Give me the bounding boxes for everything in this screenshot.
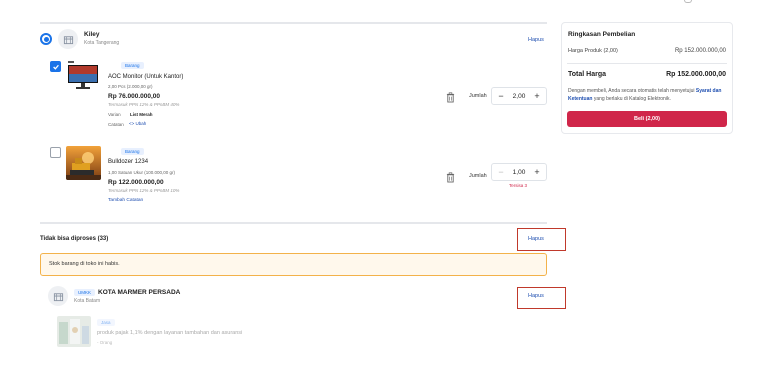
item2-add-note-link[interactable]: Tambah Catatan	[108, 198, 143, 203]
item2-tax: Termasuk PPN 12% & PPnBM 10%	[108, 188, 180, 193]
unprocessable-item-unit: - Orang	[97, 340, 113, 345]
item2-qty-stepper: − 1,00 +	[491, 163, 547, 181]
item1-edit-note-link[interactable]: <> Ubah	[129, 121, 146, 126]
item1-image	[66, 60, 100, 92]
item2-plus-button[interactable]: +	[532, 167, 542, 177]
item2-image	[66, 146, 101, 180]
unprocessable-item-tag: Jasa	[97, 319, 115, 326]
seller-city: Kota Tangerang	[84, 40, 120, 46]
item1-checkbox[interactable]	[50, 61, 61, 72]
summary-product-price-value: Rp 152.000.000,00	[674, 48, 726, 54]
check-icon	[52, 64, 59, 70]
item1-variant-label: Varian	[108, 112, 121, 117]
item1-qty-value[interactable]: 2,00	[513, 93, 526, 100]
seller2-delete-button[interactable]: Hapus	[528, 293, 544, 299]
item2-badge: Barang	[121, 148, 144, 155]
seller2-tag: UMKK	[74, 289, 96, 296]
summary-total-value: Rp 152.000.000,00	[666, 71, 726, 78]
consent-suffix: yang berlaku di Katalog Elektronik.	[592, 95, 671, 102]
seller2-name: KOTA MARMER PERSADA	[98, 289, 181, 296]
consent-prefix: Dengan membeli, Anda secara otomatis tel…	[568, 88, 696, 94]
item2-trash-icon[interactable]	[446, 170, 455, 188]
unprocessable-title: Tidak bisa diproses (33)	[40, 236, 109, 242]
item1-qty-label: Jumlah	[469, 93, 487, 99]
summary-consent-text: Dengan membeli, Anda secara otomatis tel…	[568, 88, 728, 103]
summary-title: Ringkasan Pembelian	[568, 31, 636, 38]
top-divider	[40, 22, 547, 24]
item1-minus-button[interactable]: −	[496, 91, 506, 101]
item1-price: Rp 76.000.000,00	[108, 93, 161, 100]
unprocessable-item-name: produk pajak 1,1% dengan layanan tambaha…	[97, 330, 243, 336]
item2-qty-label: Jumlah	[469, 173, 487, 179]
item1-trash-icon[interactable]	[446, 90, 455, 108]
item1-tax: Termasuk PPN 12% & PPnBM 40%	[108, 102, 180, 107]
item1-variant-value: List Merah	[130, 112, 153, 117]
item2-remaining-stock: Tersisa 3	[509, 183, 528, 188]
unprocessable-item-image	[57, 316, 91, 347]
item1-plus-button[interactable]: +	[532, 91, 542, 101]
item1-qty-info: 2,00 Pcs (2.000,00 gr)	[108, 84, 153, 89]
item2-name: Bulldozer 1234	[108, 159, 149, 165]
stock-warning-banner: Stok barang di toko ini habis.	[40, 253, 547, 276]
item2-checkbox[interactable]	[50, 147, 61, 158]
buy-button[interactable]: Beli (2,00)	[567, 111, 727, 127]
top-right-partial-icon	[684, 0, 692, 3]
seller-name: Kiley	[84, 31, 100, 38]
shop-icon	[58, 29, 78, 49]
item1-qty-stepper: − 2,00 +	[491, 87, 547, 105]
section-divider	[40, 222, 547, 224]
item2-price: Rp 122.000.000,00	[108, 179, 164, 186]
item2-minus-button[interactable]: −	[496, 167, 506, 177]
shop-icon	[48, 286, 68, 306]
item1-badge: Barang	[121, 62, 144, 69]
unprocessable-delete-button[interactable]: Hapus	[528, 236, 544, 242]
item2-qty-value[interactable]: 1,00	[513, 169, 526, 176]
item2-qty-info: 1,00 Satuan Ukur (100.000,00 gr)	[108, 170, 176, 175]
seller-delete-button[interactable]: Hapus	[528, 37, 544, 43]
summary-divider	[567, 63, 727, 64]
seller-radio[interactable]	[40, 33, 52, 45]
seller2-city: Kota Batam	[74, 298, 101, 304]
item1-name: AOC Monitor (Untuk Kantor)	[108, 74, 184, 80]
item1-note-label: Catatan	[108, 122, 124, 127]
